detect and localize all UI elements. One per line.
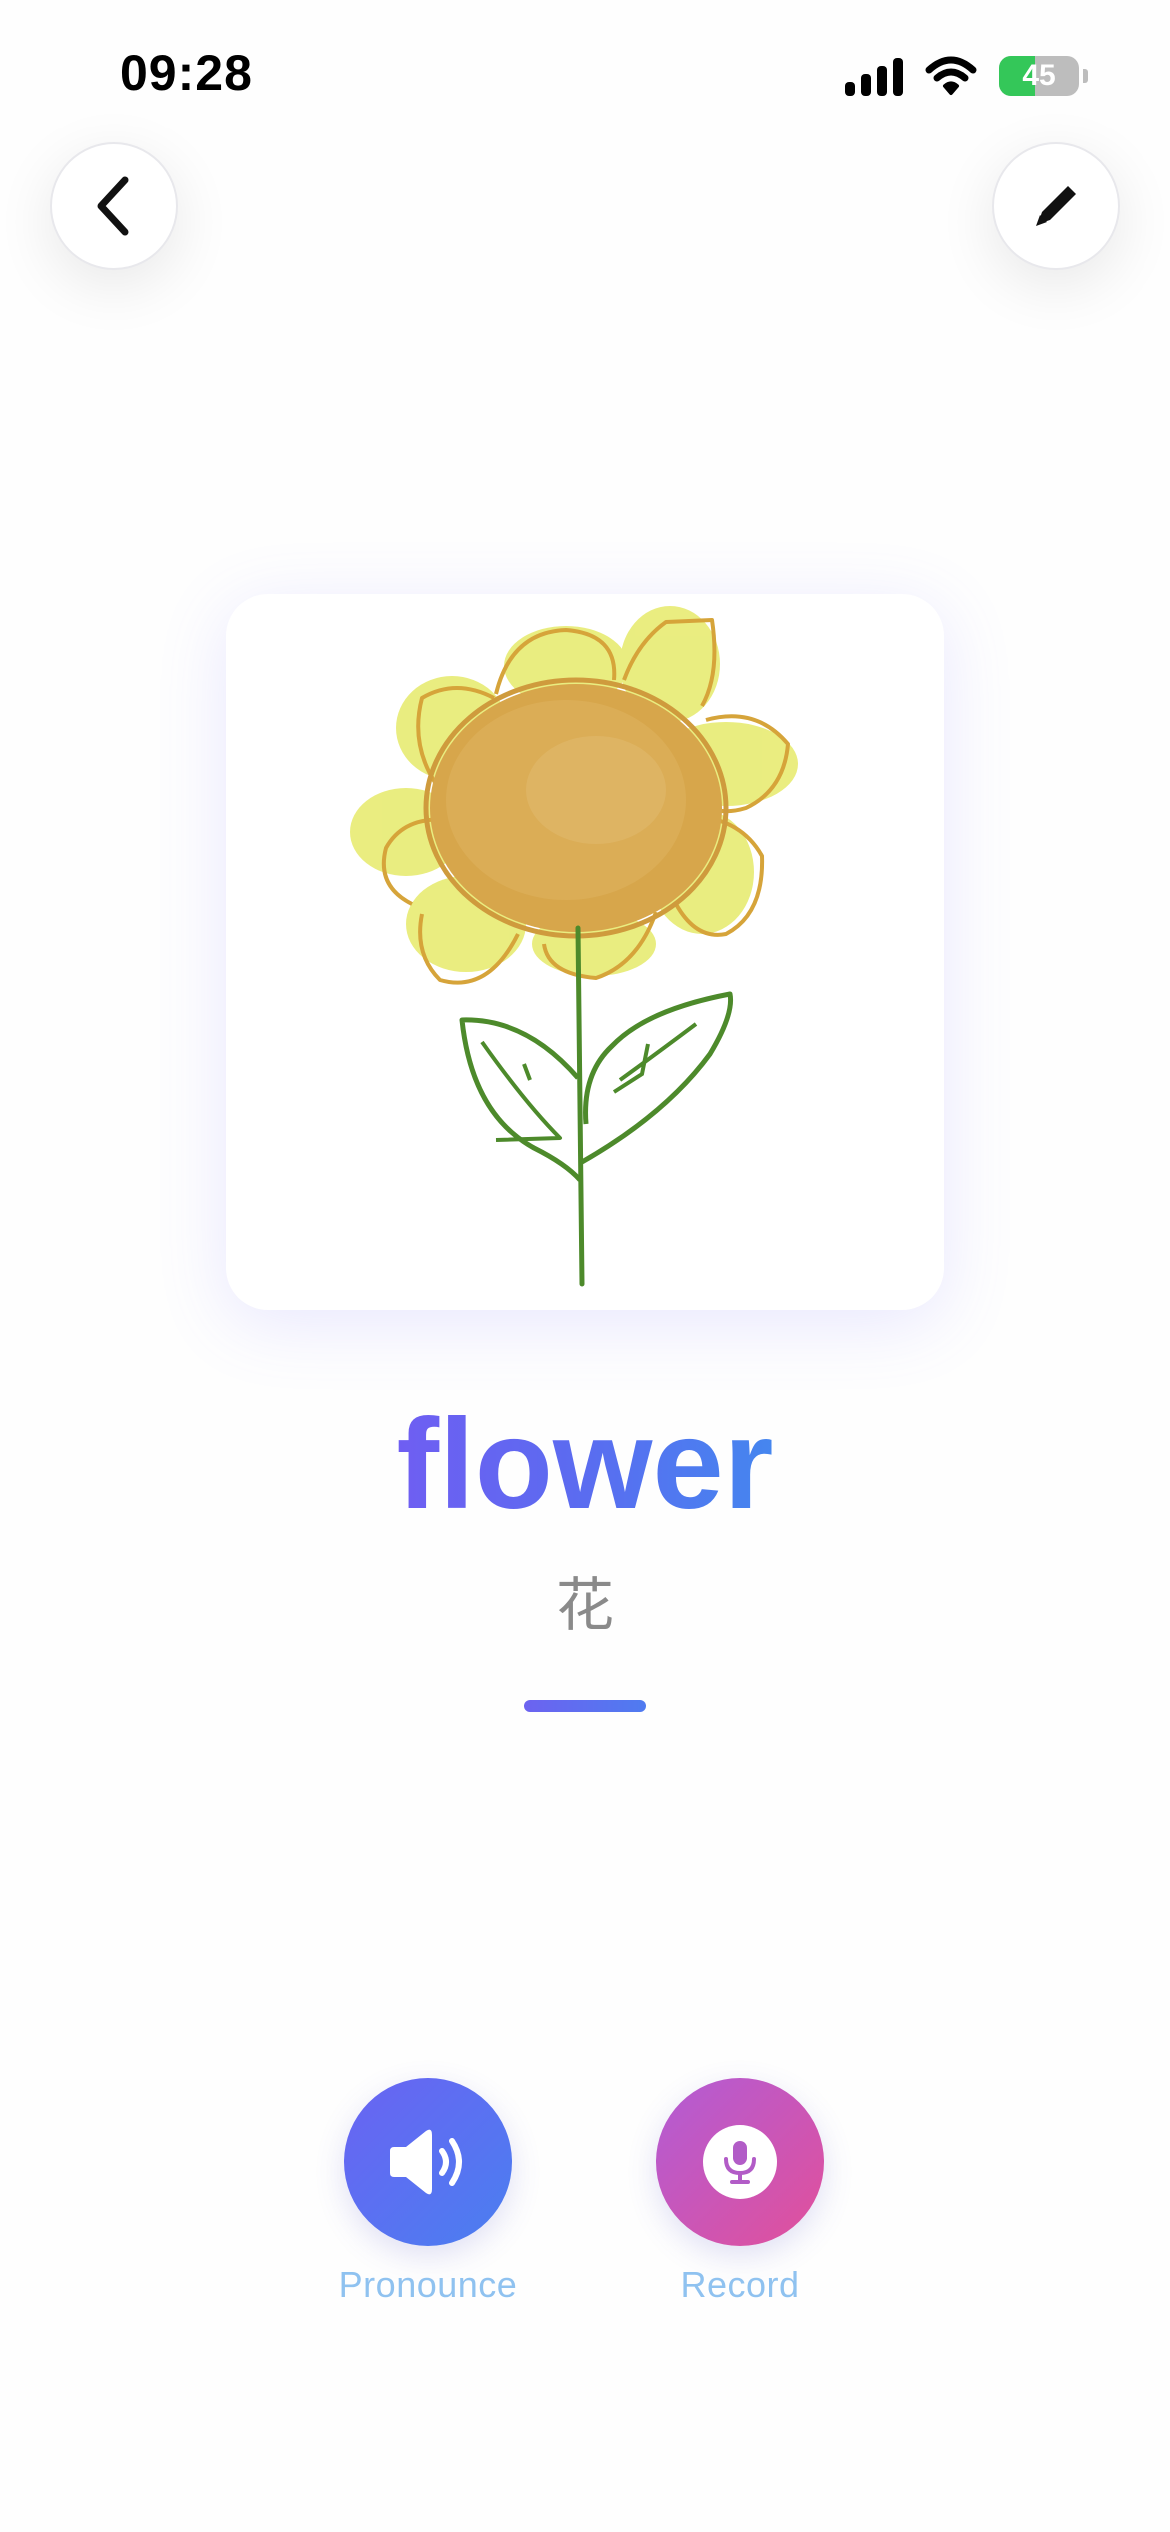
record-label: Record [680, 2264, 800, 2305]
chevron-left-icon [97, 176, 129, 236]
status-time: 09:28 [120, 45, 253, 101]
word-underline [524, 1700, 646, 1712]
speaker-icon [390, 2129, 462, 2195]
word-translation: 花 [555, 1571, 614, 1639]
record-action: Record [630, 2078, 850, 2306]
status-icons: 45 [845, 56, 1088, 96]
flashcard-screen: 09:28 45 flower 花 Pronounce Record [0, 0, 1170, 2532]
word-label: flower [396, 1393, 774, 1536]
record-button[interactable] [656, 2078, 824, 2246]
pronounce-button[interactable] [344, 2078, 512, 2246]
battery-icon: 45 [999, 56, 1079, 96]
pronounce-label: Pronounce [338, 2264, 518, 2305]
battery-level: 45 [1022, 59, 1056, 92]
microphone-icon [724, 2141, 756, 2184]
word-text: flower [0, 1390, 1170, 1540]
word-image-card [226, 594, 944, 1310]
back-button[interactable] [50, 142, 178, 270]
sunflower-drawing [350, 606, 798, 1287]
mic-disc [703, 2125, 777, 2199]
pronounce-action: Pronounce [318, 2078, 538, 2306]
wifi-icon [925, 56, 977, 95]
cellular-signal-icon [845, 56, 903, 96]
edit-button[interactable] [992, 142, 1120, 270]
battery-nub [1083, 69, 1088, 83]
pencil-icon [1036, 186, 1076, 226]
